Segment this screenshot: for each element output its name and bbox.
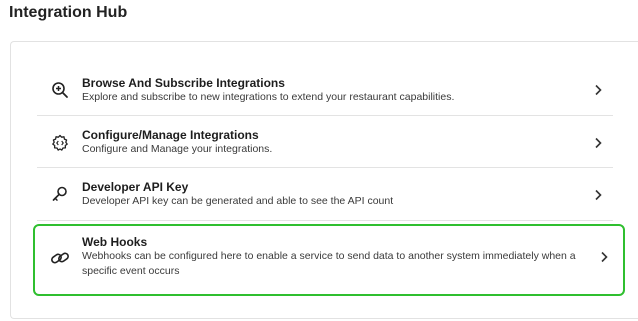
web-hooks-item[interactable]: Web Hooks Webhooks can be configured her… xyxy=(33,224,625,296)
gear-code-icon xyxy=(50,133,70,153)
chevron-right-icon xyxy=(591,136,605,150)
item-description: Explore and subscribe to new integration… xyxy=(82,91,455,103)
chevron-right-icon xyxy=(591,188,605,202)
link-icon xyxy=(50,248,70,268)
chevron-right-icon xyxy=(591,83,605,97)
configure-integrations-item[interactable]: Configure/Manage Integrations Configure … xyxy=(37,117,613,168)
item-description: Configure and Manage your integrations. xyxy=(82,143,273,155)
item-description: Developer API key can be generated and a… xyxy=(82,195,394,207)
item-title: Developer API Key xyxy=(82,180,189,194)
item-description: Webhooks can be configured here to enabl… xyxy=(82,250,576,277)
item-title: Browse And Subscribe Integrations xyxy=(82,76,285,90)
chevron-right-icon xyxy=(597,250,611,264)
page-title: Integration Hub xyxy=(9,4,128,21)
developer-api-key-item[interactable]: Developer API Key Developer API key can … xyxy=(37,169,613,221)
key-icon xyxy=(50,184,70,204)
browse-integrations-item[interactable]: Browse And Subscribe Integrations Explor… xyxy=(37,66,613,116)
zoom-in-icon xyxy=(50,80,70,100)
item-title: Configure/Manage Integrations xyxy=(82,128,259,142)
item-title: Web Hooks xyxy=(82,235,148,249)
